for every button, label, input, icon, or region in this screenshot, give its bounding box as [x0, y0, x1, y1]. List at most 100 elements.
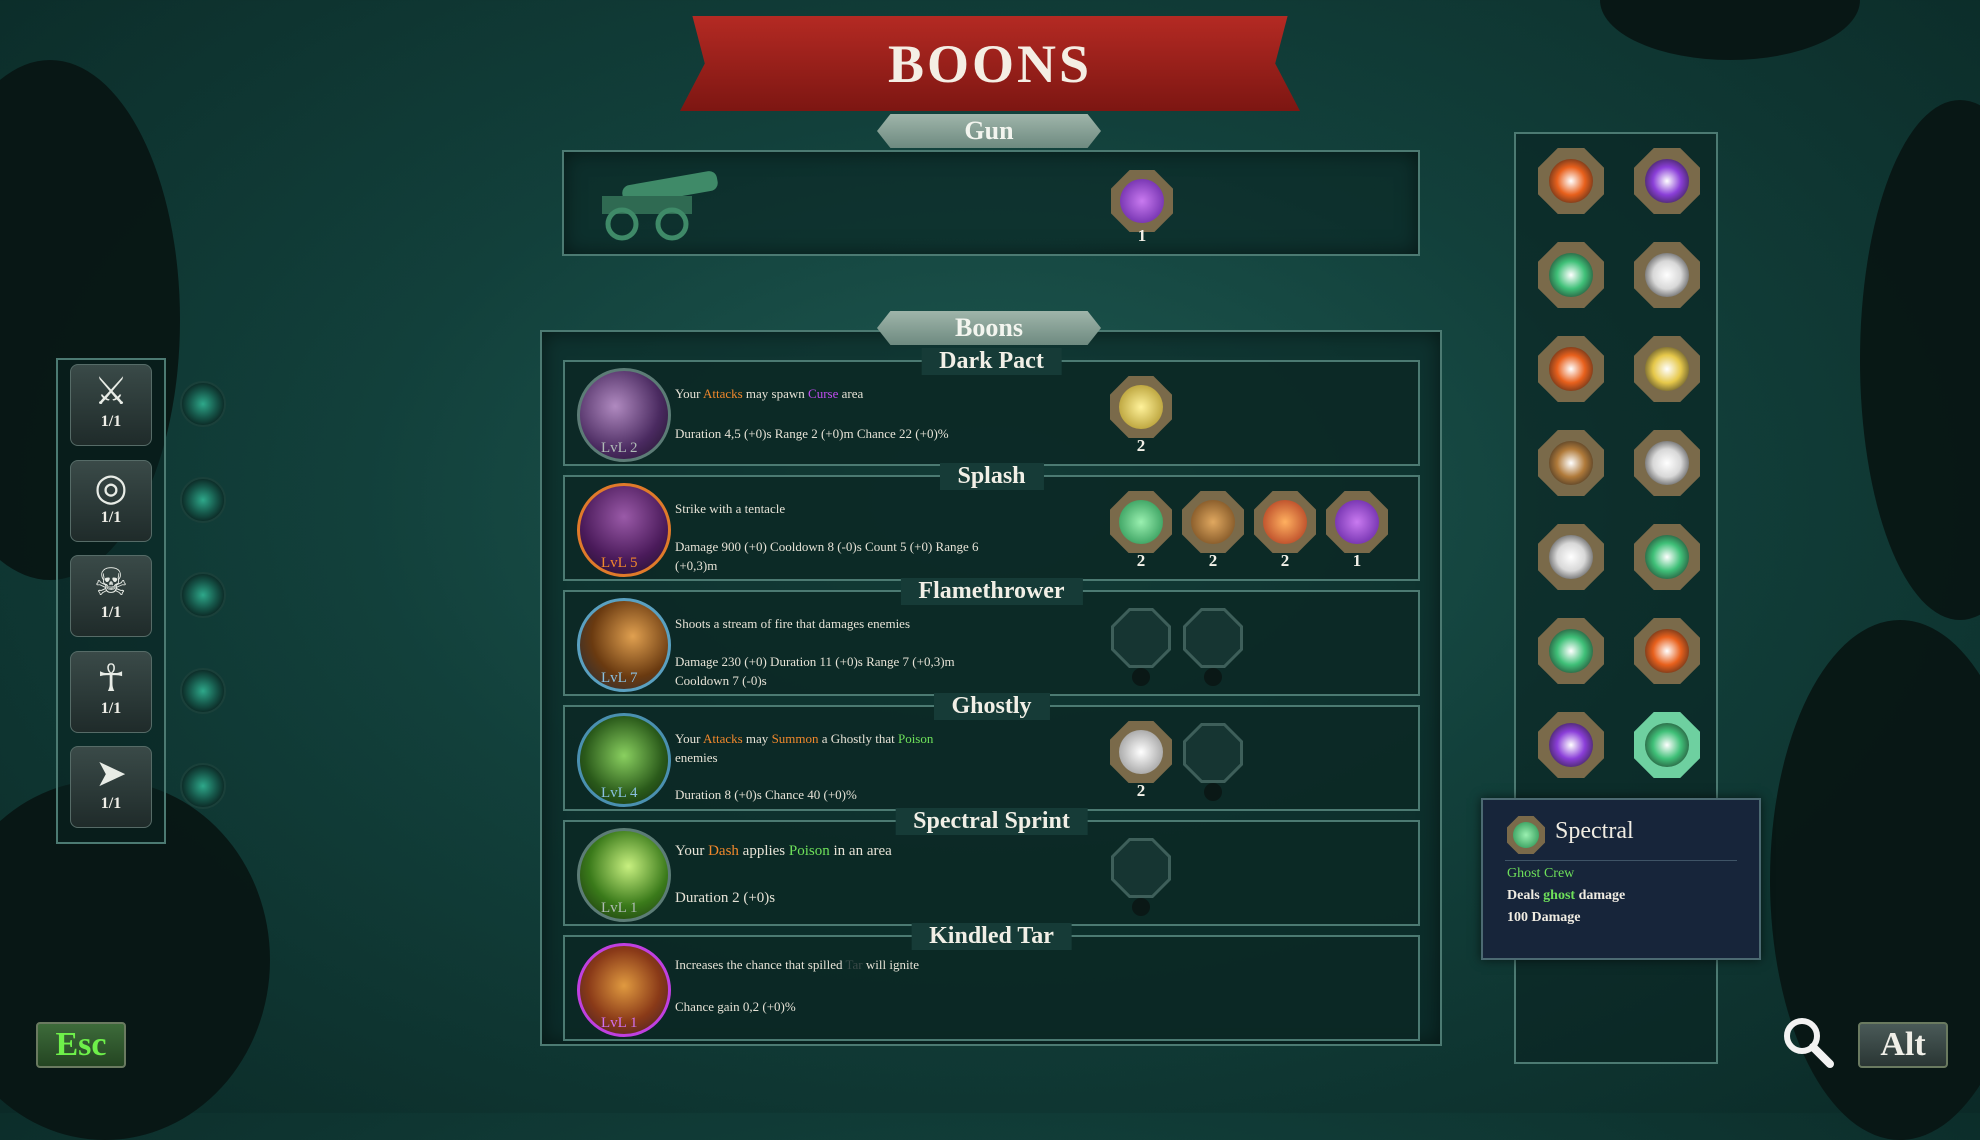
sword-icon: ⚔ [93, 369, 129, 413]
search-icon[interactable] [1780, 1014, 1836, 1070]
boon-stats: Chance gain 0,2 (+0)% [675, 999, 796, 1014]
boon-row-spectral-sprint[interactable]: Spectral Sprint LvL 1 Your Dash applies … [563, 808, 1420, 926]
gun-gem[interactable] [1111, 170, 1173, 232]
boon-row-flamethrower[interactable]: Flamethrower LvL 7 Shoots a stream of fi… [563, 578, 1420, 696]
ability-count: 1/1 [100, 413, 122, 430]
boon-description: Increases the chance that spilled Tar wi… [675, 957, 919, 972]
inventory-gem[interactable] [1634, 336, 1700, 402]
boon-level: LvL 1 [601, 1015, 638, 1031]
spectral-gem-icon [1507, 816, 1545, 854]
boon-level: LvL 5 [601, 555, 638, 571]
slot-pin [1132, 898, 1150, 916]
ability-orb[interactable] [180, 668, 226, 714]
boon-title: Ghostly [933, 693, 1050, 720]
gem-tooltip: Spectral Ghost Crew Deals ghost damage 1… [1481, 798, 1761, 960]
ability-slot[interactable]: ☥ 1/1 [70, 651, 152, 733]
ability-count: 1/1 [100, 604, 122, 621]
inventory-gem[interactable] [1634, 430, 1700, 496]
boon-gem-slot[interactable] [1110, 376, 1172, 438]
gun-gem-count: 1 [1137, 226, 1147, 245]
ability-slot[interactable]: ⚔ 1/1 [70, 364, 152, 446]
dash-boot-icon: ➤ [95, 751, 127, 795]
boon-description: Your Attacks may Summon a Ghostly that P… [675, 731, 934, 765]
boons-section-label: Boons [877, 311, 1101, 345]
ability-count: 1/1 [100, 700, 122, 717]
boon-gem-slot[interactable] [1182, 491, 1244, 553]
ability-orb[interactable] [180, 572, 226, 618]
inventory-gem[interactable] [1634, 242, 1700, 308]
inventory-gem[interactable] [1634, 524, 1700, 590]
bg-flame-right [1860, 100, 1980, 620]
gun-panel: 1 [562, 150, 1420, 256]
ability-orb[interactable] [180, 477, 226, 523]
ability-slot[interactable]: ➤ 1/1 [70, 746, 152, 828]
empty-gem-slot[interactable] [1111, 838, 1171, 898]
empty-gem-slot[interactable] [1183, 723, 1243, 783]
boon-gem-slot[interactable] [1326, 491, 1388, 553]
boon-description: Your Dash applies Poison in an area [675, 843, 892, 859]
ability-slot[interactable]: ☠ 1/1 [70, 555, 152, 637]
target-arrow-icon: ◎ [94, 465, 128, 509]
boon-title: Flamethrower [900, 578, 1083, 605]
boon-stats: Duration 2 (+0)s [675, 890, 776, 906]
boon-stats: Damage 230 (+0) Duration 11 (+0)s Range … [675, 654, 955, 688]
boon-gem-slot[interactable] [1110, 721, 1172, 783]
tooltip-title: Spectral [1555, 818, 1634, 844]
boon-level: LvL 2 [601, 440, 638, 456]
boon-stats: Duration 8 (+0)s Chance 40 (+0)% [675, 787, 857, 802]
boon-level: LvL 7 [601, 670, 638, 686]
ability-slot[interactable]: ◎ 1/1 [70, 460, 152, 542]
gem-count: 2 [1136, 551, 1146, 570]
slot-pin [1132, 668, 1150, 686]
inventory-gem[interactable] [1634, 712, 1700, 778]
gem-count: 1 [1352, 551, 1362, 570]
boon-row-kindled-tar[interactable]: Kindled Tar LvL 1 Increases the chance t… [563, 923, 1420, 1041]
boon-row-ghostly[interactable]: Ghostly LvL 4 Your Attacks may Summon a … [563, 693, 1420, 811]
gem-count: 2 [1280, 551, 1290, 570]
slot-pin [1204, 783, 1222, 801]
tooltip-subtitle: Ghost Crew [1507, 866, 1575, 881]
skeleton-icon: ☥ [96, 656, 126, 700]
tooltip-effect: Deals ghost damage [1507, 888, 1626, 903]
empty-gem-slot[interactable] [1111, 608, 1171, 668]
inventory-gem[interactable] [1538, 524, 1604, 590]
gem-count: 2 [1208, 551, 1218, 570]
boon-description: Strike with a tentacle [675, 501, 786, 516]
boon-description: Your Attacks may spawn Curse area [675, 386, 864, 401]
inventory-gem[interactable] [1634, 148, 1700, 214]
boon-stats: Duration 4,5 (+0)s Range 2 (+0)m Chance … [675, 426, 949, 441]
bg-flame-top-right [1600, 0, 1860, 60]
inventory-gem[interactable] [1538, 712, 1604, 778]
ability-count: 1/1 [100, 509, 122, 526]
boon-row-splash[interactable]: Splash LvL 5 Strike with a tentacle Dama… [563, 463, 1420, 581]
ability-orb[interactable] [180, 381, 226, 427]
inventory-gem[interactable] [1538, 430, 1604, 496]
boon-description: Shoots a stream of fire that damages ene… [675, 616, 911, 631]
boon-title: Spectral Sprint [895, 808, 1088, 835]
alt-key-button[interactable]: Alt [1858, 1022, 1948, 1068]
gem-count: 2 [1136, 436, 1146, 455]
inventory-gem[interactable] [1538, 148, 1604, 214]
ability-orb[interactable] [180, 763, 226, 809]
boon-title: Kindled Tar [911, 923, 1072, 950]
inventory-gem[interactable] [1538, 336, 1604, 402]
esc-key-button[interactable]: Esc [36, 1022, 126, 1068]
boon-gem-slot[interactable] [1110, 491, 1172, 553]
ability-count: 1/1 [100, 795, 122, 812]
tooltip-divider [1505, 860, 1737, 861]
inventory-gem[interactable] [1538, 618, 1604, 684]
gem-count: 2 [1136, 781, 1146, 800]
boon-level: LvL 1 [601, 900, 638, 916]
boon-title: Splash [939, 463, 1044, 490]
empty-gem-slot[interactable] [1183, 608, 1243, 668]
page-title: BOONS [887, 33, 1093, 94]
boon-stats: Damage 900 (+0) Cooldown 8 (-0)s Count 5… [675, 539, 979, 573]
boon-title: Dark Pact [921, 348, 1062, 375]
boon-gem-slot[interactable] [1254, 491, 1316, 553]
slot-pin [1204, 668, 1222, 686]
inventory-gem[interactable] [1634, 618, 1700, 684]
tooltip-damage: 100 Damage [1507, 910, 1581, 925]
title-banner: BOONS [680, 16, 1300, 111]
inventory-gem[interactable] [1538, 242, 1604, 308]
boon-row-dark-pact[interactable]: Dark Pact LvL 2 Your Attacks may spawn C… [563, 348, 1420, 466]
